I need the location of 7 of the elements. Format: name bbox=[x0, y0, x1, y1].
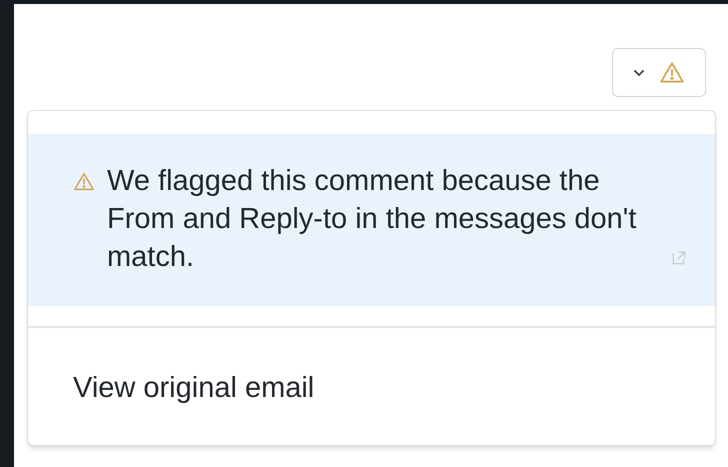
warning-message: We flagged this comment because the From and Reply-to in the messages don't match. bbox=[107, 164, 638, 275]
menu-button[interactable] bbox=[612, 48, 706, 97]
warning-icon bbox=[659, 60, 685, 86]
menu-item[interactable]: View original email bbox=[28, 370, 314, 406]
warning-icon bbox=[73, 171, 95, 193]
chevron-down-icon bbox=[633, 68, 645, 76]
external-link-icon bbox=[671, 250, 687, 266]
